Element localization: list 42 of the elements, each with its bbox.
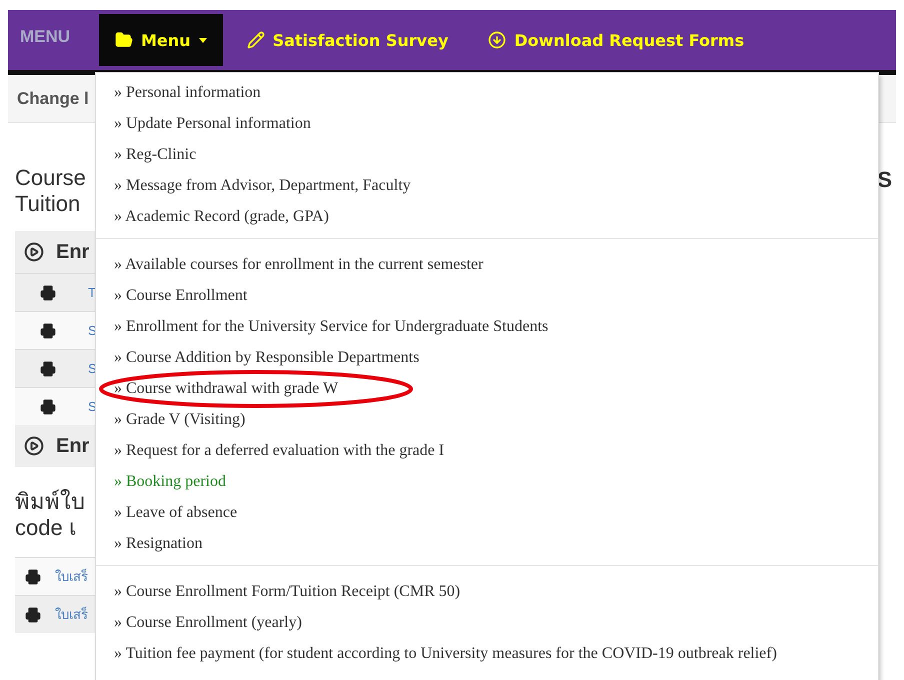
row-link[interactable]: T bbox=[88, 285, 96, 300]
printer-icon bbox=[25, 568, 41, 584]
printer-icon bbox=[40, 360, 56, 376]
menu-item[interactable]: » Personal information bbox=[114, 84, 261, 102]
menu-item[interactable]: » Academic Record (grade, GPA) bbox=[114, 208, 329, 226]
menu-item[interactable]: » Available courses for enrollment in the current semester bbox=[114, 256, 484, 274]
folder-icon bbox=[115, 31, 133, 49]
menu-item[interactable]: » Leave of absence bbox=[114, 504, 238, 522]
page-heading: Tuition bbox=[15, 191, 82, 217]
printer-icon bbox=[40, 398, 56, 414]
printer-icon bbox=[25, 606, 41, 622]
panel-title: Enr bbox=[56, 240, 90, 264]
nav-link[interactable]: Download Request Forms bbox=[472, 14, 760, 66]
panel-title: Enr bbox=[56, 434, 90, 458]
print-heading: code เ bbox=[15, 515, 77, 540]
menu-item[interactable]: » Course Enrollment bbox=[114, 286, 248, 304]
section-heading: S bbox=[877, 167, 892, 194]
brand-label: MENU bbox=[20, 27, 72, 47]
menu-button[interactable]: Menu bbox=[99, 14, 223, 66]
play-circle-icon bbox=[24, 242, 44, 262]
menu-item[interactable]: » Grade V (Visiting) bbox=[114, 410, 246, 428]
menu-item[interactable]: » Enrollment for the University Service for Undergraduate Students bbox=[114, 318, 548, 336]
menu-item[interactable]: » Update Personal information bbox=[114, 114, 311, 132]
play-circle-icon bbox=[24, 436, 44, 456]
menu-item[interactable]: » Message from Advisor, Department, Faculty bbox=[114, 176, 411, 194]
page-heading: Course bbox=[15, 165, 87, 191]
pencil-icon bbox=[246, 31, 265, 49]
printer-icon bbox=[40, 322, 56, 338]
caret-icon bbox=[198, 38, 207, 42]
menu-item[interactable]: » Course Addition by Responsible Departments bbox=[114, 348, 420, 366]
menu-item[interactable]: » Course Enrollment Form/Tuition Receipt (CMR 50) bbox=[114, 582, 460, 600]
menu-item[interactable]: » Tuition fee payment (for student according to University measures for the COVID-19 outbreak relief) bbox=[114, 644, 777, 662]
nav-link[interactable]: Satisfaction Survey bbox=[230, 14, 464, 66]
language-label: Change l bbox=[17, 88, 89, 108]
print-heading: พิมพ์ใบ bbox=[15, 489, 85, 514]
menu-item[interactable]: » Resignation bbox=[114, 534, 202, 552]
download-icon bbox=[488, 31, 506, 49]
menu-item[interactable]: » Reg-Clinic bbox=[114, 146, 196, 164]
menu-item[interactable]: » Request for a deferred evaluation with the grade I bbox=[114, 442, 444, 460]
menu-item[interactable]: » Course Enrollment (yearly) bbox=[114, 614, 302, 632]
printer-icon bbox=[40, 284, 56, 300]
menu-item[interactable]: » Booking period bbox=[114, 472, 226, 490]
